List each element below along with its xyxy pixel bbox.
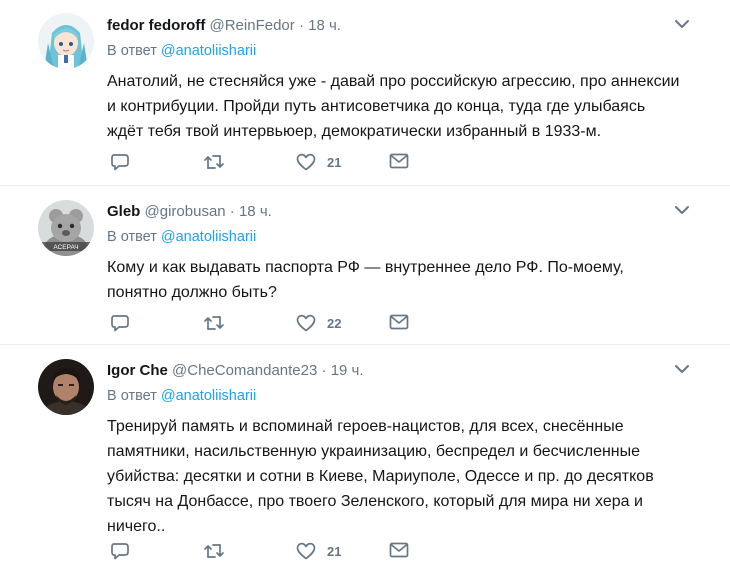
- envelope-icon: [389, 542, 409, 558]
- heart-icon: [296, 153, 316, 171]
- reply-button[interactable]: [110, 153, 130, 171]
- user-handle[interactable]: @CheComandante23: [172, 362, 317, 379]
- reply-context: В ответ @anatoliisharii: [107, 388, 256, 404]
- tweet-header: fedor fedoroff @ReinFedor · 18 ч.: [107, 17, 341, 34]
- retweet-button[interactable]: [203, 314, 225, 332]
- tweet-text-line: и контрибуции. Пройди путь антисоветчика…: [107, 98, 646, 115]
- tweet-header: Gleb @girobusan · 18 ч.: [107, 203, 272, 220]
- envelope-icon: [389, 314, 409, 330]
- cat-avatar-image: АСЕРАЧ: [38, 200, 94, 256]
- direct-message-button[interactable]: [389, 314, 409, 330]
- reply-to-link[interactable]: @anatoliisharii: [161, 229, 256, 245]
- tweet-text: Анатолий, не стесняйся уже - давай про р…: [107, 69, 700, 144]
- tweet-text-line: Кому и как выдавать паспорта РФ — внутре…: [107, 259, 624, 276]
- user-handle[interactable]: @girobusan: [145, 203, 226, 220]
- retweet-button[interactable]: [203, 153, 225, 171]
- avatar[interactable]: [38, 359, 94, 415]
- tweet-text-line: Анатолий, не стесняйся уже - давай про р…: [107, 73, 680, 90]
- reply-button[interactable]: [110, 542, 130, 560]
- direct-message-button[interactable]: [389, 542, 409, 558]
- like-button[interactable]: 22: [296, 314, 341, 332]
- reply-icon: [111, 315, 129, 332]
- retweet-icon: [204, 544, 224, 558]
- timestamp[interactable]: 19 ч.: [331, 362, 364, 379]
- reply-prefix: В ответ: [107, 229, 157, 245]
- chevron-down-icon[interactable]: [674, 363, 690, 375]
- heart-icon: [296, 314, 316, 332]
- separator-dot: ·: [229, 203, 235, 220]
- like-count: 21: [327, 154, 342, 170]
- like-count: 21: [327, 543, 342, 559]
- tweet-actions: 21: [107, 153, 700, 173]
- portrait-avatar-image: [38, 359, 94, 415]
- tweet-actions: 22: [107, 314, 700, 334]
- separator-dot: ·: [321, 362, 327, 379]
- tweet-text-line: Тренируй память и вспоминай героев-нацис…: [107, 418, 624, 435]
- reply-prefix: В ответ: [107, 43, 157, 59]
- avatar-caption: АСЕРАЧ: [53, 244, 78, 251]
- tweet-header: Igor Che @CheComandante23 · 19 ч.: [107, 362, 364, 379]
- tweet-text-line: убийства: десятки и сотни в Киеве, Мариу…: [107, 468, 654, 485]
- user-handle[interactable]: @ReinFedor: [210, 17, 295, 34]
- reply-context: В ответ @anatoliisharii: [107, 43, 256, 59]
- reply-to-link[interactable]: @anatoliisharii: [161, 388, 256, 404]
- tweet[interactable]: fedor fedoroff @ReinFedor · 18 ч. В отве…: [0, 0, 730, 186]
- tweet[interactable]: АСЕРАЧ Gleb @girobusan · 18 ч. В ответ @…: [0, 186, 730, 345]
- tweet-text: Кому и как выдавать паспорта РФ — внутре…: [107, 255, 700, 305]
- reply-icon: [111, 543, 129, 560]
- chevron-down-icon[interactable]: [674, 18, 690, 30]
- tweet-text-line: ждёт тебя твой интервьюер, демократическ…: [107, 123, 602, 140]
- direct-message-button[interactable]: [389, 153, 409, 169]
- display-name[interactable]: fedor fedoroff: [107, 17, 205, 34]
- heart-icon: [296, 542, 316, 560]
- reply-icon: [111, 154, 129, 171]
- chevron-down-icon[interactable]: [674, 204, 690, 216]
- reply-prefix: В ответ: [107, 388, 157, 404]
- reply-context: В ответ @anatoliisharii: [107, 229, 256, 245]
- tweet-text-line: тысяч на Донбассе, про твоего Зеленского…: [107, 493, 643, 510]
- retweet-button[interactable]: [203, 542, 225, 560]
- tweet-text: Тренируй память и вспоминай героев-нацис…: [107, 414, 700, 539]
- display-name[interactable]: Igor Che: [107, 362, 168, 379]
- avatar[interactable]: [38, 13, 94, 69]
- tweet-text-line: памятники, насильственную украинизацию, …: [107, 443, 641, 460]
- display-name[interactable]: Gleb: [107, 203, 140, 220]
- like-button[interactable]: 21: [296, 153, 341, 171]
- avatar[interactable]: АСЕРАЧ: [38, 200, 94, 256]
- timestamp[interactable]: 18 ч.: [239, 203, 272, 220]
- separator-dot: ·: [298, 17, 304, 34]
- tweet-text-line: ничего..: [107, 518, 166, 535]
- envelope-icon: [389, 153, 409, 169]
- tweet-actions: 21: [107, 542, 700, 562]
- timestamp[interactable]: 18 ч.: [308, 17, 341, 34]
- anime-avatar-image: [38, 13, 94, 69]
- retweet-icon: [204, 155, 224, 169]
- retweet-icon: [204, 316, 224, 330]
- reply-to-link[interactable]: @anatoliisharii: [161, 43, 256, 59]
- like-count: 22: [327, 315, 342, 331]
- tweet[interactable]: Igor Che @CheComandante23 · 19 ч. В отве…: [0, 345, 730, 563]
- reply-button[interactable]: [110, 314, 130, 332]
- like-button[interactable]: 21: [296, 542, 341, 560]
- tweet-text-line: понятно должно быть?: [107, 284, 277, 301]
